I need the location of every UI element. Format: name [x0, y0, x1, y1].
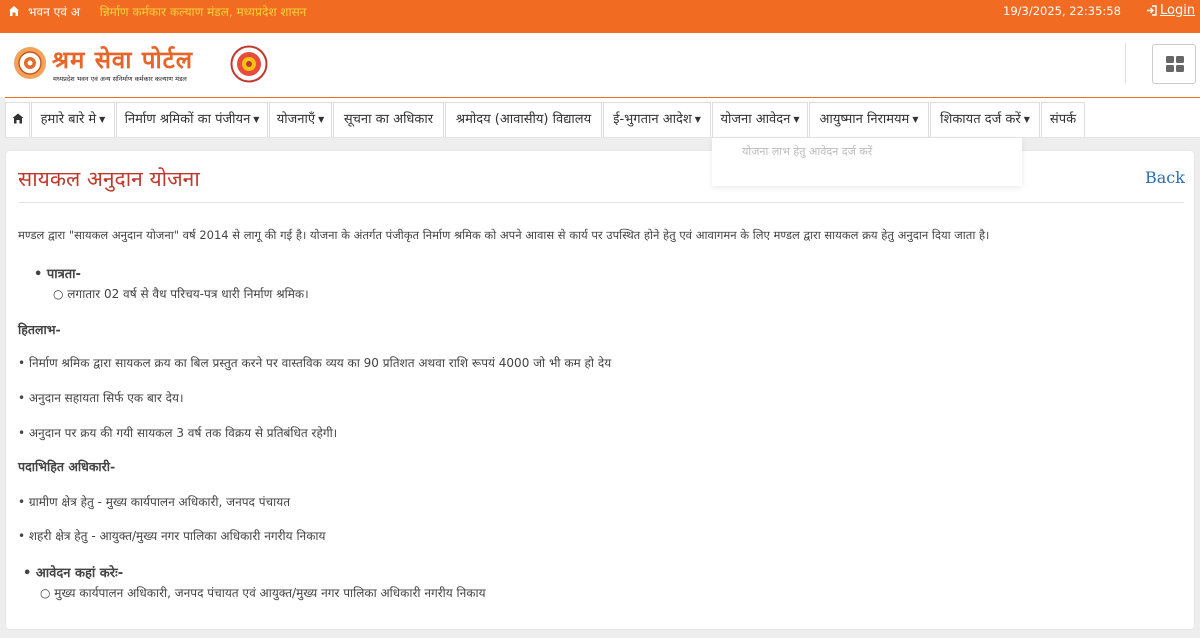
main-nav: हमारे बारे मे ▼ निर्माण श्रमिकों का पंजीय… [5, 97, 1200, 138]
ticker-text-left: भवन एवं अ [28, 5, 80, 19]
mp-emblem-logo[interactable] [13, 46, 47, 80]
eligibility-heading: • पात्रता- [34, 267, 81, 282]
nav-ayushman[interactable]: आयुष्मान निरामयम ▼ [809, 102, 929, 137]
nav-scheme-application[interactable]: योजना आवेदन ▼ [712, 102, 808, 137]
nav-contact[interactable]: संपर्क [1041, 102, 1085, 137]
officer-item: • ग्रामीण क्षेत्र हेतु - मुख्य कार्यपालन… [18, 495, 291, 509]
login-link[interactable]: Login [1146, 3, 1195, 18]
nav-shramoday-label: श्रमोदय (आवासीय) विद्यालय [455, 112, 592, 127]
nav-rti-label: सूचना का अधिकार [343, 112, 434, 127]
nav-scheme-application-label: योजना आवेदन [720, 112, 791, 127]
caret-down-icon: ▼ [793, 115, 800, 124]
nav-epayment[interactable]: ई-भुगतान आदेश ▼ [603, 102, 711, 137]
nav-contact-label: संपर्क [1049, 112, 1077, 127]
home-icon [12, 113, 23, 124]
nav-registration-label: निर्माण श्रमिकों का पंजीयन [124, 112, 251, 127]
eligibility-item: ○ लगातार 02 वर्ष से वैध परिचय-पत्र धारी … [53, 287, 309, 301]
intro-paragraph: मण्डल द्वारा "सायकल अनुदान योजना" वर्ष 2… [18, 228, 990, 242]
benefit-item: • निर्माण श्रमिक द्वारा सायकल क्रय का बि… [18, 356, 612, 370]
content-card: सायकल अनुदान योजना Back मण्डल द्वारा "सा… [6, 151, 1194, 629]
caret-down-icon: ▼ [694, 115, 701, 124]
apply-heading: • आवेदन कहां करेः- [23, 566, 124, 581]
nav-ayushman-label: आयुष्मान निरामयम [819, 112, 910, 127]
top-bar: भवन एवं अ न्निर्माण कर्मकार कल्याण मंडल,… [0, 0, 1200, 33]
apply-heading-text: आवेदन कहां करेः- [35, 566, 124, 581]
board-seal-logo [230, 45, 268, 83]
nav-schemes-label: योजनाएँ [276, 112, 316, 127]
officer-item: • शहरी क्षेत्र हेतु - आयुक्त/मुख्य नगर प… [18, 529, 326, 543]
nav-shramoday-school[interactable]: श्रमोदय (आवासीय) विद्यालय [445, 102, 602, 137]
benefit-heading: हितलाभ- [18, 322, 61, 337]
nav-registration[interactable]: निर्माण श्रमिकों का पंजीयन ▼ [116, 102, 268, 137]
apply-item-text: मुख्य कार्यपालन अधिकारी, जनपद पंचायत एवं… [54, 586, 486, 600]
grid-icon [1166, 56, 1184, 72]
login-label: Login [1160, 3, 1196, 18]
page-title: सायकल अनुदान योजना [18, 167, 200, 191]
portal-brand[interactable]: श्रम सेवा पोर्टल [52, 43, 193, 76]
apply-item: ○ मुख्य कार्यपालन अधिकारी, जनपद पंचायत ए… [40, 586, 486, 600]
apps-menu-button[interactable] [1152, 44, 1196, 84]
portal-subtitle: मध्यप्रदेश भवन एवं अन्य संनिर्माण कर्मका… [53, 75, 187, 83]
caret-down-icon: ▼ [318, 115, 325, 124]
datetime: 19/3/2025, 22:35:58 [1003, 4, 1121, 18]
site-header: श्रम सेवा पोर्टल मध्यप्रदेश भवन एवं अन्य… [0, 33, 1200, 97]
back-link[interactable]: Back [1145, 168, 1185, 187]
caret-down-icon: ▼ [1023, 115, 1030, 124]
nav-complaint-label: शिकायत दर्ज करें [940, 112, 1021, 127]
caret-down-icon: ▼ [253, 115, 260, 124]
officer-heading: पदाभिहित अधिकारी- [18, 459, 116, 474]
nav-about[interactable]: हमारे बारे मे ▼ [31, 102, 115, 137]
eligibility-item-text: लगातार 02 वर्ष से वैध परिचय-पत्र धारी नि… [67, 287, 309, 301]
nav-about-label: हमारे बारे मे [40, 112, 97, 127]
header-divider [1125, 43, 1126, 83]
scheme-application-dropdown: योजना लाभ हेतु आवेदन दर्ज करें [712, 138, 1022, 186]
nav-epayment-label: ई-भुगतान आदेश [613, 112, 692, 127]
title-divider [18, 202, 1184, 203]
eligibility-heading-text: पात्रता- [46, 267, 81, 282]
nav-rti[interactable]: सूचना का अधिकार [333, 102, 444, 137]
nav-complaint[interactable]: शिकायत दर्ज करें ▼ [930, 102, 1040, 137]
nav-home[interactable] [5, 102, 30, 137]
news-ticker: भवन एवं अ न्निर्माण कर्मकार कल्याण मंडल,… [28, 3, 348, 23]
nav-schemes[interactable]: योजनाएँ ▼ [269, 102, 332, 137]
benefit-item: • अनुदान पर क्रय की गयी सायकल 3 वर्ष तक … [18, 426, 338, 440]
home-icon[interactable] [8, 5, 20, 19]
benefit-item: • अनुदान सहायता सिर्फ एक बार देय। [18, 391, 184, 405]
caret-down-icon: ▼ [99, 115, 106, 124]
login-icon [1147, 5, 1157, 16]
ticker-text-right: न्निर्माण कर्मकार कल्याण मंडल, मध्यप्रदे… [99, 5, 307, 19]
dropdown-item[interactable]: योजना लाभ हेतु आवेदन दर्ज करें [742, 144, 872, 159]
caret-down-icon: ▼ [912, 115, 919, 124]
